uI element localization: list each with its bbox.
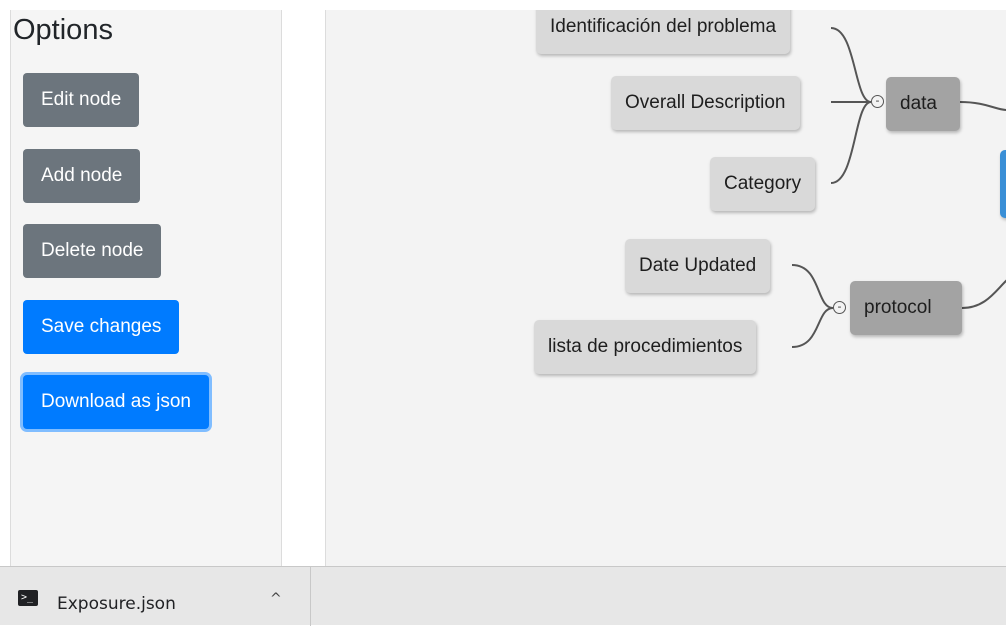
options-title: Options xyxy=(13,14,113,46)
collapse-data-icon[interactable]: - xyxy=(871,95,884,108)
node-data[interactable]: data xyxy=(886,77,960,131)
download-item[interactable]: >_ Exposure.json ^ xyxy=(0,567,311,626)
connector-data-root xyxy=(959,101,1006,111)
terminal-file-icon: >_ xyxy=(18,590,38,606)
node-date-updated[interactable]: Date Updated xyxy=(625,239,771,293)
collapse-protocol-icon[interactable]: - xyxy=(833,301,846,314)
save-changes-button[interactable]: Save changes xyxy=(23,300,180,354)
download-bar: >_ Exposure.json ^ xyxy=(0,566,1006,626)
node-category[interactable]: Category xyxy=(710,157,816,211)
connector-date-updated xyxy=(791,264,834,309)
node-root[interactable] xyxy=(1000,150,1006,218)
node-lista-procedimientos[interactable]: lista de procedimientos xyxy=(534,320,757,374)
download-file-name: Exposure.json xyxy=(57,594,176,614)
edit-node-button[interactable]: Edit node xyxy=(23,73,140,127)
node-identificacion[interactable]: Identificación del problema xyxy=(536,10,791,54)
download-json-button[interactable]: Download as json xyxy=(23,375,209,429)
connector-lista xyxy=(791,307,834,348)
options-panel: Options Edit node Add node Delete node S… xyxy=(10,10,282,566)
node-overall-description[interactable]: Overall Description xyxy=(611,76,800,130)
node-protocol[interactable]: protocol xyxy=(850,281,962,335)
connector-identificacion xyxy=(830,27,872,103)
connector-protocol-root xyxy=(961,279,1006,309)
delete-node-button[interactable]: Delete node xyxy=(23,224,162,278)
connector-category xyxy=(830,101,872,184)
add-node-button[interactable]: Add node xyxy=(23,149,141,203)
chevron-up-icon[interactable]: ^ xyxy=(270,591,282,607)
mindmap-canvas[interactable]: Identificación del problema Overall Desc… xyxy=(325,10,1006,566)
